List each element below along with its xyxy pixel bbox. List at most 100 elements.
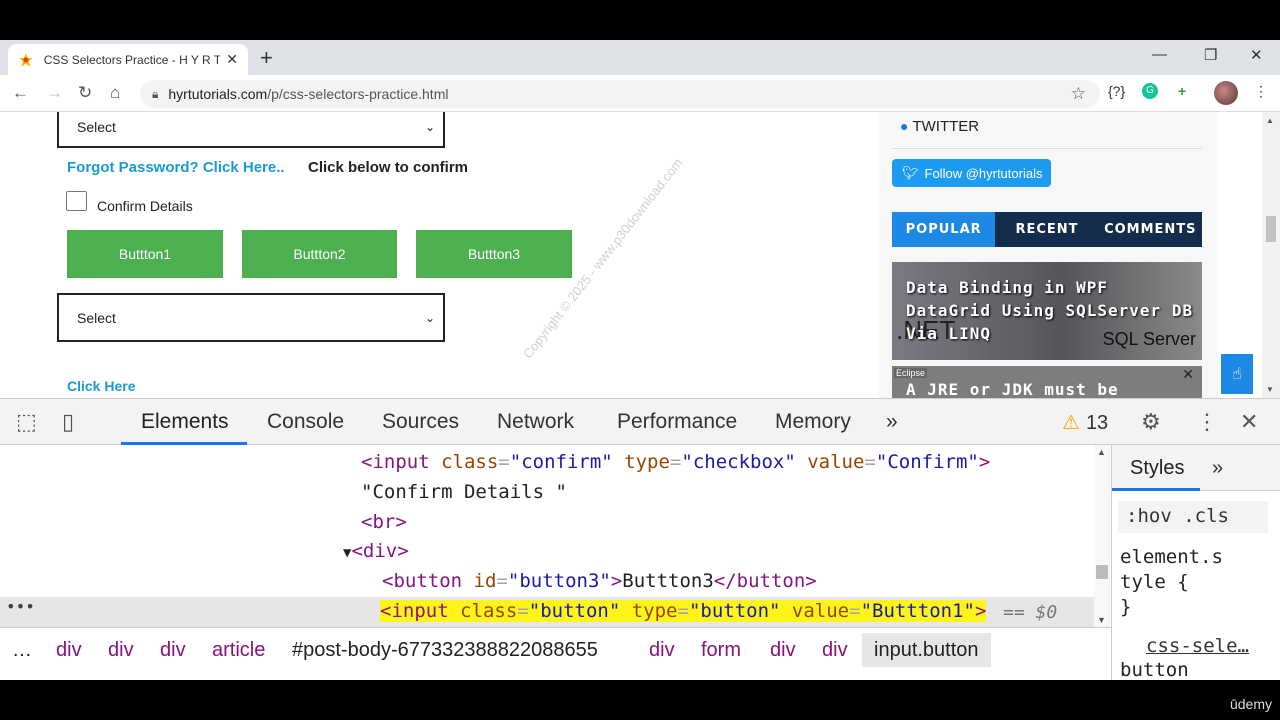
button-3[interactable]: Buttton3 (416, 230, 572, 278)
select-dropdown-top[interactable]: Select ⌄ (57, 112, 445, 148)
scroll-down-icon[interactable]: ▼ (1266, 385, 1274, 394)
reload-icon[interactable]: ↻ (78, 83, 92, 103)
hand-pointer-icon: ☝︎ (1232, 366, 1242, 383)
breadcrumb-item[interactable]: div (649, 639, 675, 662)
confirm-checkbox[interactable] (66, 191, 87, 211)
home-icon[interactable]: ⌂ (110, 83, 120, 103)
tab-close-icon[interactable]: ✕ (226, 51, 238, 68)
address-bar[interactable]: 🔒︎ hyrtutorials.com/p/css-selectors-prac… (140, 80, 1100, 108)
tab-strip: CSS Selectors Practice - H Y R Tu ✕ (0, 40, 1280, 75)
url-domain: hyrtutorials.com (168, 86, 268, 102)
ad-close-icon[interactable]: ✕ (1182, 366, 1194, 383)
select-dropdown-bottom[interactable]: Select ⌄ (57, 293, 445, 342)
scrollbar-thumb[interactable] (1266, 216, 1276, 242)
breadcrumb-ellipsis[interactable]: … (12, 639, 32, 662)
warnings-counter[interactable]: ⚠ 13 (1062, 410, 1108, 435)
web-page: Select ⌄ Forgot Password? Click Here.. C… (0, 112, 1280, 398)
dom-tree-scrollbar[interactable]: ▲ ▼ (1094, 445, 1110, 627)
dom-node-input-button1[interactable]: <input class="button" type="button" valu… (380, 600, 987, 622)
extension-json-icon[interactable]: {?} (1108, 83, 1125, 99)
minimize-icon[interactable]: — (1152, 46, 1167, 63)
dom-node-input-confirm[interactable]: <input class="confirm" type="checkbox" v… (361, 451, 990, 473)
button-1[interactable]: Buttton1 (67, 230, 223, 278)
forward-icon[interactable]: → (46, 83, 63, 103)
favicon-icon (18, 52, 33, 67)
dom-node-div[interactable]: ▼<div> (343, 540, 409, 562)
settings-gear-icon[interactable]: ⚙ (1141, 409, 1161, 435)
post-1-caption: Data Binding in WPF DataGrid Using SQLSe… (906, 278, 1194, 343)
device-toolbar-icon[interactable]: ▯ (62, 409, 74, 435)
scroll-up-icon[interactable]: ▲ (1097, 447, 1106, 457)
lock-icon: 🔒︎ (152, 86, 159, 101)
breadcrumb-item[interactable]: #post-body-677332388822088655 (292, 639, 598, 662)
scroll-down-icon[interactable]: ▼ (1097, 615, 1106, 625)
restore-icon[interactable]: ❐ (1204, 46, 1217, 64)
breadcrumb-item[interactable]: div (770, 639, 796, 662)
page-scrollbar[interactable]: ▲ ▼ (1262, 112, 1280, 398)
chevron-down-icon: ⌄ (424, 310, 435, 325)
breadcrumb-item-selected[interactable]: input.button (862, 633, 991, 667)
active-tab-indicator (1112, 488, 1200, 491)
button-2[interactable]: Buttton2 (242, 230, 397, 278)
extension-plus-icon[interactable]: + (1178, 83, 1186, 99)
new-tab-button[interactable]: + (260, 45, 273, 71)
devtools-tabbar: ⬚ ▯ Elements Console Sources Network Per… (0, 399, 1280, 445)
tab-elements[interactable]: Elements (141, 410, 229, 434)
video-bottom-bar: ūdemy (0, 680, 1280, 720)
browser-toolbar: ← → ↻ ⌂ 🔒︎ hyrtutorials.com/p/css-select… (0, 75, 1280, 112)
breadcrumb-item[interactable]: div (822, 639, 848, 662)
tab-sources[interactable]: Sources (382, 410, 459, 434)
dom-node-br[interactable]: <br> (361, 511, 407, 533)
tab-recent[interactable]: RECENT (995, 212, 1098, 247)
hov-cls-toolbar[interactable]: :hov .cls (1118, 501, 1268, 533)
url-text: hyrtutorials.com/p/css-selectors-practic… (168, 86, 448, 102)
selected-node-ref: == $0 (1003, 602, 1058, 623)
breadcrumb-item[interactable]: div (160, 639, 186, 662)
more-panes-icon[interactable]: » (1212, 457, 1223, 480)
tab-comments[interactable]: COMMENTS (1099, 212, 1202, 247)
dom-node-button3[interactable]: <button id="button3">Buttton3</button> (382, 570, 817, 592)
tab-memory[interactable]: Memory (775, 410, 851, 434)
follow-label: Follow @hyrtutorials (924, 165, 1043, 181)
breadcrumb-item[interactable]: article (212, 639, 265, 662)
close-window-icon[interactable]: ✕ (1250, 46, 1263, 64)
devtools-menu-icon[interactable]: ⋮ (1196, 409, 1218, 435)
scroll-up-icon[interactable]: ▲ (1266, 116, 1274, 125)
tab-console[interactable]: Console (267, 410, 344, 434)
post-tabs: POPULAR RECENT COMMENTS (892, 212, 1202, 247)
confirm-details-label: Confirm Details (97, 198, 193, 214)
tab-network[interactable]: Network (497, 410, 574, 434)
close-devtools-icon[interactable]: ✕ (1240, 409, 1258, 435)
inspect-element-icon[interactable]: ⬚ (16, 409, 37, 435)
ad-banner[interactable]: Eclipse ✕ A JRE or JDK must be (892, 366, 1202, 398)
follow-twitter-button[interactable]: 🐦︎ Follow @hyrtutorials (892, 159, 1051, 187)
tab-performance[interactable]: Performance (617, 410, 737, 434)
grammarly-icon[interactable]: G (1142, 83, 1158, 99)
breadcrumb-item[interactable]: div (56, 639, 82, 662)
tab-styles[interactable]: Styles (1130, 457, 1184, 480)
profile-avatar[interactable] (1214, 81, 1238, 105)
stylesheet-source-link[interactable]: css-sele… (1146, 635, 1249, 657)
udemy-logo: ūdemy (1229, 696, 1272, 712)
dom-node-text[interactable]: "Confirm Details " (361, 481, 567, 503)
click-here-link[interactable]: Click Here (67, 378, 135, 394)
url-path: /p/css-selectors-practice.html (267, 86, 449, 102)
breadcrumb-item[interactable]: form (701, 639, 741, 662)
more-tabs-icon[interactable]: » (886, 410, 898, 434)
row-more-icon[interactable]: ••• (6, 597, 35, 616)
elements-dom-tree: <input class="confirm" type="checkbox" v… (0, 445, 1094, 627)
blog-sidebar: ● TWITTER 🐦︎ Follow @hyrtutorials POPULAR… (878, 112, 1218, 398)
tab-popular[interactable]: POPULAR (892, 212, 996, 247)
breadcrumb-item[interactable]: div (108, 639, 134, 662)
element-style-rule[interactable]: element.s tyle { } (1120, 545, 1223, 620)
bookmark-star-icon[interactable]: ☆ (1071, 84, 1086, 104)
popular-post-1[interactable]: .NET SQL Server Data Binding in WPF Data… (892, 262, 1202, 360)
twitter-bird-icon: 🐦︎ (902, 165, 919, 180)
scroll-top-button[interactable]: ☝︎ (1221, 354, 1253, 394)
browser-tab[interactable]: CSS Selectors Practice - H Y R Tu ✕ (8, 44, 248, 75)
forgot-password-link[interactable]: Forgot Password? Click Here.. (67, 159, 285, 176)
scrollbar-thumb[interactable] (1096, 565, 1108, 579)
bullet-icon: ● (900, 118, 909, 134)
back-icon[interactable]: ← (12, 83, 29, 103)
browser-menu-icon[interactable]: ⋮ (1254, 83, 1268, 100)
